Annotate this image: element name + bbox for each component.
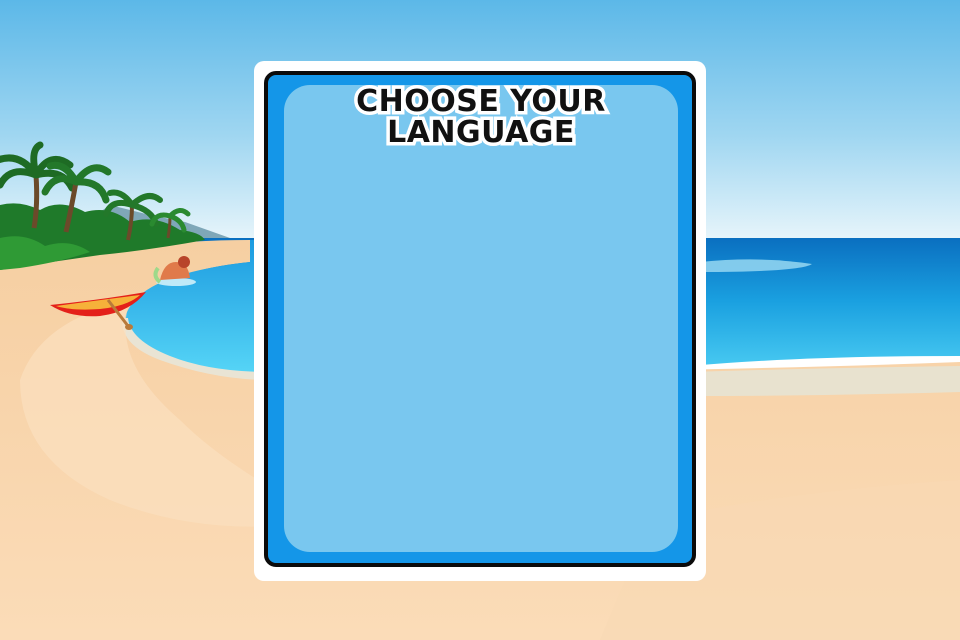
dialog-title: CHOOSE YOUR LANGUAGE [284, 83, 678, 152]
dialog-title-line-2: LANGUAGE [384, 114, 578, 152]
dialog-title-line-1: CHOOSE YOUR [353, 83, 609, 121]
language-options-area [284, 85, 678, 552]
